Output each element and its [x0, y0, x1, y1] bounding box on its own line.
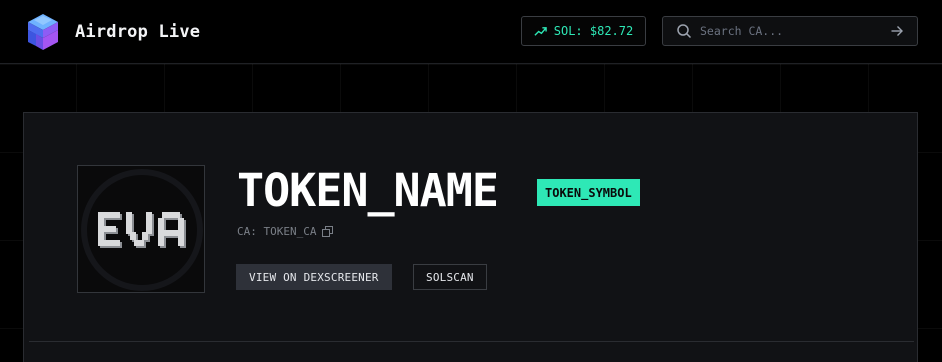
brand-title: Airdrop Live: [75, 22, 201, 42]
card-divider: [29, 341, 914, 342]
contract-address-text: CA: TOKEN_CA: [237, 225, 317, 238]
top-header: Airdrop Live SOL: $82.72: [0, 0, 942, 64]
trending-up-icon: [534, 26, 547, 36]
arrow-right-icon[interactable]: [890, 24, 904, 38]
solscan-button[interactable]: SOLSCAN: [413, 264, 487, 290]
stacked-cubes-logo-icon: [28, 14, 58, 50]
sol-price-text: SOL: $82.72: [553, 24, 634, 38]
search-input[interactable]: [700, 24, 880, 38]
view-on-dexscreener-button[interactable]: VIEW ON DEXSCREENER: [236, 264, 392, 290]
token-image: [77, 165, 205, 293]
token-logo-image: [78, 166, 204, 292]
token-name: TOKEN_NAME: [237, 164, 499, 217]
contract-address-row: CA: TOKEN_CA: [237, 225, 334, 238]
search-icon: [677, 24, 692, 39]
search-box: [662, 16, 918, 46]
token-symbol-badge: TOKEN_SYMBOL: [537, 179, 640, 206]
sol-price-badge[interactable]: SOL: $82.72: [521, 16, 646, 46]
copy-icon[interactable]: [322, 226, 334, 237]
brand[interactable]: Airdrop Live: [24, 12, 200, 52]
token-card: TOKEN_NAME TOKEN_SYMBOL CA: TOKEN_CA VIE…: [23, 112, 918, 362]
page: Airdrop Live SOL: $82.72 Search CA... TO…: [0, 0, 942, 362]
